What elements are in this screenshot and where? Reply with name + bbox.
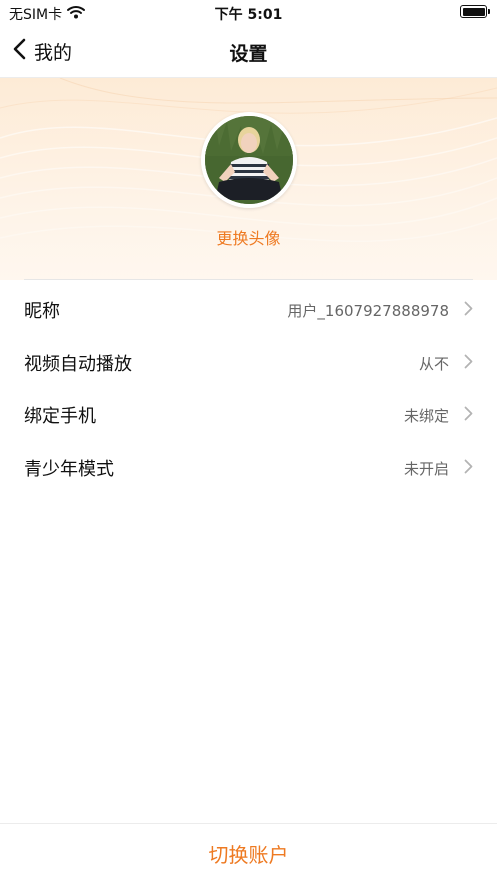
settings-screen: 无SIM卡 下午 5:01 我的 设置 更换头像 昵称 用户_160792788… xyxy=(0,0,497,883)
avatar[interactable] xyxy=(201,112,297,208)
avatar-photo xyxy=(205,116,293,204)
row-label: 昵称 xyxy=(24,301,60,322)
chevron-right-icon xyxy=(464,459,473,478)
switch-account-button[interactable]: 切换账户 xyxy=(0,839,497,868)
row-label: 视频自动播放 xyxy=(24,353,132,375)
page-title: 设置 xyxy=(229,43,268,65)
row-label: 青少年模式 xyxy=(24,458,114,480)
row-value: 用户_1607927888978 xyxy=(287,302,449,320)
chevron-right-icon xyxy=(464,406,473,425)
profile-header: 更换头像 xyxy=(0,78,497,280)
row-value: 从不 xyxy=(418,354,449,373)
bottom-bar: 切换账户 xyxy=(0,823,497,883)
status-time: 下午 5:01 xyxy=(214,7,283,23)
settings-row-video-autoplay[interactable]: 视频自动播放 从不 xyxy=(0,336,497,389)
header-divider xyxy=(24,279,473,280)
row-value: 未绑定 xyxy=(403,407,449,425)
battery-icon xyxy=(460,5,490,18)
settings-row-teen-mode[interactable]: 青少年模式 未开启 xyxy=(0,441,497,494)
chevron-right-icon xyxy=(464,301,473,320)
status-bar: 无SIM卡 下午 5:01 xyxy=(0,0,497,26)
chevron-right-icon xyxy=(464,354,473,373)
settings-row-nickname[interactable]: 昵称 用户_1607927888978 xyxy=(0,283,497,336)
nav-bar: 我的 设置 xyxy=(0,26,497,78)
settings-row-bind-phone[interactable]: 绑定手机 未绑定 xyxy=(0,388,497,441)
row-label: 绑定手机 xyxy=(24,406,96,427)
change-avatar-link[interactable]: 更换头像 xyxy=(0,225,497,249)
row-value: 未开启 xyxy=(403,459,449,478)
settings-list: 昵称 用户_1607927888978 视频自动播放 从不 绑定手机 未绑定 青… xyxy=(0,283,497,493)
